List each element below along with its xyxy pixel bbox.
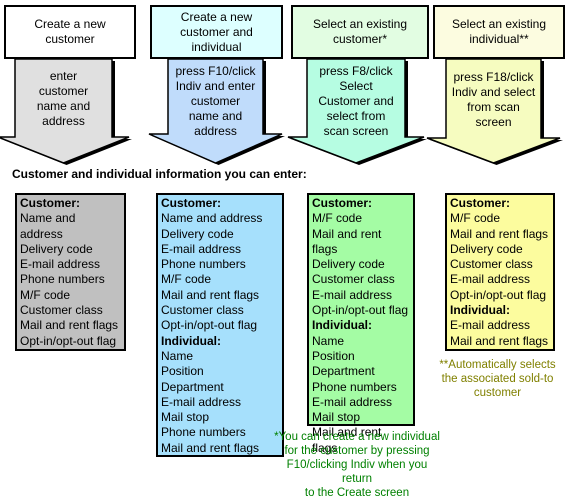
info-field: Mail and rent flags	[450, 333, 549, 348]
footnote: **Automatically selects the associated so…	[425, 358, 570, 400]
info-fields-box: Customer: Name and address Delivery code E-m…	[15, 193, 126, 351]
info-section-header: Customer:	[450, 196, 511, 210]
info-field: Phone numbers	[161, 257, 246, 272]
info-field: Mail and rent flags	[20, 318, 119, 333]
info-field: E-mail address	[161, 394, 242, 409]
info-field: M/F code	[450, 211, 501, 226]
info-field: Name	[161, 348, 194, 363]
info-field: Phone numbers	[20, 272, 105, 287]
info-field: Position	[312, 348, 355, 363]
info-field: Phone numbers	[161, 425, 246, 440]
info-field: Delivery code	[20, 241, 93, 256]
info-field: Opt-in/opt-out flag	[312, 303, 409, 318]
info-field: Mail and rent flags	[161, 440, 260, 455]
info-field: Opt-in/opt-out flag	[20, 333, 117, 348]
footnote-line: for the customer by pressing	[284, 445, 430, 457]
footnote-line: to the Create screen	[304, 487, 410, 499]
step-action-text: press F18/click Indiv and select from scan…	[446, 70, 541, 130]
info-field: Delivery code	[161, 226, 234, 241]
info-field: Position	[161, 364, 204, 379]
info-fields-box: Customer: Name and address Delivery code E-…	[156, 193, 284, 457]
info-field: Delivery code	[312, 257, 385, 272]
step-action-line: screen	[475, 115, 512, 129]
info-field: Mail and rent flags	[312, 226, 382, 256]
info-field: Mail stop	[312, 410, 361, 425]
info-field: M/F code	[312, 211, 363, 226]
info-field: Mail and rent flags	[450, 226, 549, 241]
info-section-header: Customer:	[312, 196, 373, 210]
info-field: Mail and rent flags	[161, 287, 260, 302]
footnote-line: F10/clicking Indiv when you return	[286, 459, 428, 485]
info-field: Department	[161, 379, 224, 394]
info-field: E-mail address	[312, 287, 393, 302]
info-field: Phone numbers	[312, 379, 397, 394]
info-section-header: Customer:	[20, 196, 81, 210]
info-section-header: Individual:	[450, 303, 510, 318]
info-field: Name	[312, 333, 345, 348]
footnote: *You can create a new individual for the …	[272, 430, 442, 500]
info-field: E-mail address	[161, 241, 242, 256]
footnote-line: *You can create a new individual	[274, 431, 440, 443]
info-field: E-mail address	[450, 272, 531, 287]
info-field: Mail stop	[161, 410, 210, 425]
footnote-line: the associated sold-to	[441, 373, 554, 385]
info-field: address	[20, 226, 63, 241]
info-field: Name and address	[161, 211, 263, 226]
info-fields-box: Customer: M/F code Mail and rent flags Deli…	[307, 193, 415, 455]
footnote-line: **Automatically selects	[439, 359, 556, 371]
info-field: Name and	[20, 211, 76, 226]
info-field: Department	[312, 364, 375, 379]
step-action-line: press F18/click	[453, 70, 534, 84]
info-field: E-mail address	[20, 257, 101, 272]
info-section-header: Customer:	[161, 196, 222, 210]
info-field: Delivery code	[450, 241, 523, 256]
step-action-line: Indiv and select	[451, 85, 536, 99]
info-field: E-mail address	[450, 318, 531, 333]
info-field: Opt-in/opt-out flag	[161, 318, 258, 333]
footnote-line: customer	[473, 387, 522, 399]
info-field: Customer class	[161, 303, 244, 318]
info-field: E-mail address	[312, 394, 393, 409]
info-fields-box: Customer: M/F code Mail and rent flags Deli…	[445, 193, 555, 351]
info-field: Customer class	[20, 303, 103, 318]
info-field: M/F code	[20, 287, 71, 302]
info-field: Customer class	[312, 272, 395, 287]
info-section-header: Individual:	[161, 333, 221, 348]
info-field: M/F code	[161, 272, 212, 287]
info-field: Opt-in/opt-out flag	[450, 287, 547, 302]
info-field: Customer class	[450, 257, 533, 272]
info-section-header: Individual:	[312, 318, 372, 333]
step-action-line: from scan	[467, 100, 520, 114]
